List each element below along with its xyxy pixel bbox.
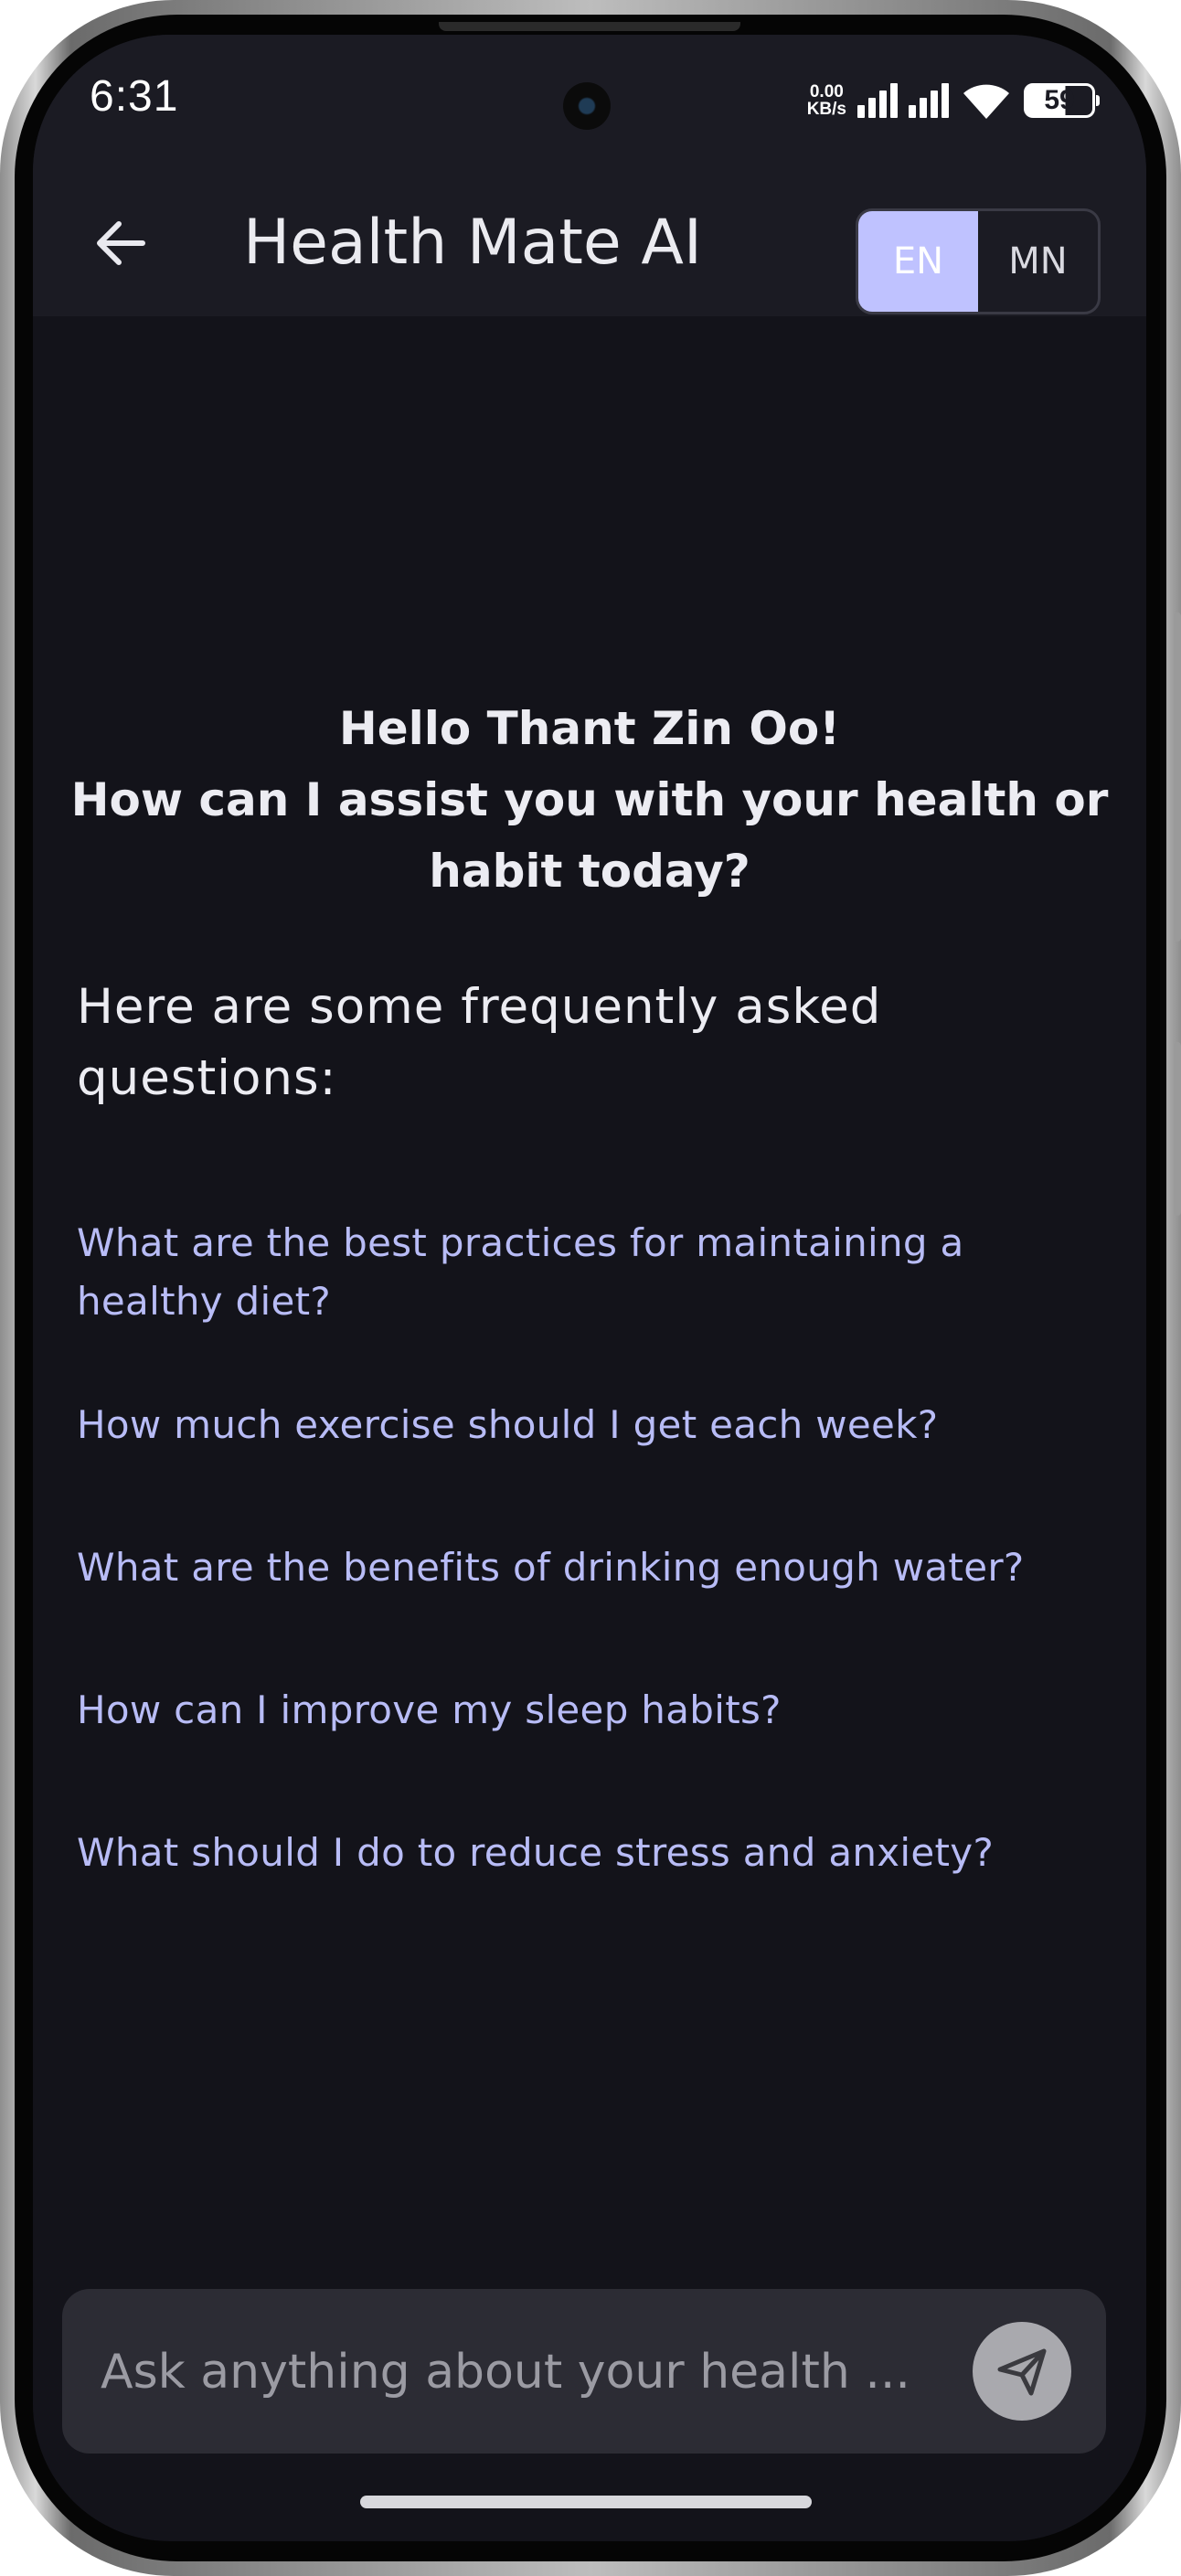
battery-level: 59 xyxy=(1044,85,1075,115)
power-button xyxy=(1174,1042,1181,1216)
network-speed-unit: KB/s xyxy=(806,100,846,119)
faq-item[interactable]: How can I improve my sleep habits? xyxy=(77,1681,1128,1740)
battery-icon: 59 xyxy=(1024,83,1100,118)
status-time: 6:31 xyxy=(90,72,179,121)
greeting-question: How can I assist you with your health or… xyxy=(70,773,1109,898)
status-icons: 0.00 KB/s 59 xyxy=(807,80,1100,121)
back-button[interactable] xyxy=(77,199,165,287)
screen: 6:31 0.00 KB/s 59 Health Mate AI EN MN H… xyxy=(33,35,1146,2541)
phone-frame: 6:31 0.00 KB/s 59 Health Mate AI EN MN H… xyxy=(0,0,1181,2576)
faq-item[interactable]: What are the best practices for maintain… xyxy=(77,1214,1082,1331)
send-plane-icon xyxy=(997,2348,1047,2396)
message-composer xyxy=(62,2289,1106,2454)
page-title: Health Mate AI xyxy=(243,207,702,279)
send-button[interactable] xyxy=(973,2322,1071,2421)
faq-item[interactable]: What should I do to reduce stress and an… xyxy=(77,1824,1128,1882)
home-indicator[interactable] xyxy=(360,2496,812,2508)
front-camera xyxy=(563,82,611,130)
greeting: Hello Thant Zin Oo! How can I assist you… xyxy=(69,693,1110,907)
faq-item[interactable]: How much exercise should I get each week… xyxy=(77,1396,1128,1454)
speaker-grille xyxy=(439,22,740,31)
network-speed: 0.00 KB/s xyxy=(807,83,846,118)
language-toggle[interactable]: EN MN xyxy=(856,208,1101,314)
faq-heading: Here are some frequently asked questions… xyxy=(77,979,882,1106)
signal-bars-icon xyxy=(857,83,898,118)
arrow-left-icon xyxy=(97,221,145,265)
faq-item[interactable]: What are the benefits of drinking enough… xyxy=(77,1538,1128,1597)
signal-bars-icon xyxy=(909,83,949,118)
greeting-name: Hello Thant Zin Oo! xyxy=(338,702,841,755)
app-bar: Health Mate AI EN MN xyxy=(33,172,1146,316)
lang-en-button[interactable]: EN xyxy=(858,211,978,312)
wifi-icon xyxy=(963,84,1009,119)
message-input[interactable] xyxy=(99,2326,934,2419)
status-bar: 6:31 0.00 KB/s 59 xyxy=(33,35,1146,172)
lang-mn-button[interactable]: MN xyxy=(978,211,1098,312)
network-speed-value: 0.00 xyxy=(809,82,844,101)
volume-button xyxy=(1174,612,1181,942)
